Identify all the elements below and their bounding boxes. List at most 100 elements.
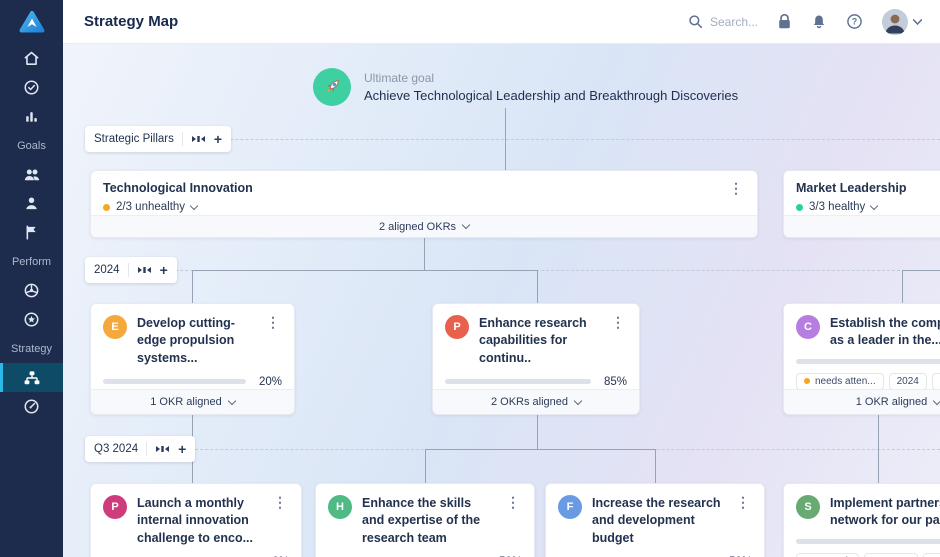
pillar-health-toggle[interactable]: 3/3 healthy xyxy=(796,201,940,213)
sidebar-group-strategy: Strategy xyxy=(0,334,63,363)
collapse-row-button[interactable] xyxy=(137,265,152,275)
chevron-down-icon xyxy=(228,396,236,404)
sidebar-item-kpis[interactable] xyxy=(0,392,63,421)
search-icon xyxy=(688,14,703,29)
okr-title: Develop cutting-edge propulsion systems.… xyxy=(137,315,254,367)
connector xyxy=(902,270,940,271)
sidebar-item-insights[interactable] xyxy=(0,102,63,131)
aligned-okrs-toggle[interactable]: 2 aligned OKRs xyxy=(91,215,757,237)
connector xyxy=(505,108,506,170)
connector xyxy=(902,270,903,303)
home-icon xyxy=(23,50,40,67)
kebab-menu-button[interactable]: ⋮ xyxy=(734,495,752,547)
okr-card[interactable]: H Enhance the skills and expertise of th… xyxy=(315,483,535,557)
okr-aligned-toggle[interactable]: 1 OKR aligned xyxy=(784,389,940,414)
connector xyxy=(425,449,655,450)
ultimate-goal-node[interactable]: Ultimate goal Achieve Technological Lead… xyxy=(313,68,738,106)
sidebar-item-home[interactable] xyxy=(0,44,63,73)
progress-row xyxy=(784,530,940,544)
pillar-card-market-leadership[interactable]: Market Leadership 3/3 healthy ⋮ xyxy=(783,170,940,238)
kebab-menu-button[interactable]: ⋮ xyxy=(504,495,522,547)
okr-avatar: P xyxy=(103,495,127,519)
okr-avatar: F xyxy=(558,495,582,519)
sidebar-item-check-ins[interactable] xyxy=(0,73,63,102)
add-row-item-button[interactable]: + xyxy=(160,263,168,277)
pillar-health-toggle[interactable]: 2/3 unhealthy xyxy=(103,201,727,213)
okr-title: Enhance the skills and expertise of the … xyxy=(362,495,494,547)
aligned-okrs-label: 2 aligned OKRs xyxy=(379,221,456,233)
kebab-menu-button[interactable]: ⋮ xyxy=(264,315,282,367)
notifications-button[interactable] xyxy=(811,13,827,30)
health-dot xyxy=(103,204,110,211)
strategy-map-canvas: Ultimate goal Achieve Technological Lead… xyxy=(63,44,940,557)
okr-card[interactable]: F Increase the research and development … xyxy=(545,483,765,557)
help-button[interactable]: ? xyxy=(846,13,863,30)
sidebar-group-goals: Goals xyxy=(0,131,63,160)
wheel-icon xyxy=(23,282,40,299)
sidebar-item-people[interactable] xyxy=(0,189,63,218)
okr-title: Increase the research and development bu… xyxy=(592,495,724,547)
collapse-icon xyxy=(155,444,170,454)
connector xyxy=(192,270,193,303)
kebab-menu-button[interactable]: ⋮ xyxy=(727,181,745,213)
search-input[interactable]: Search... xyxy=(688,14,758,29)
owner-tag: Devon Webb xyxy=(932,373,940,390)
add-row-item-button[interactable]: + xyxy=(214,132,222,146)
okr-aligned-toggle[interactable]: 1 OKR aligned xyxy=(91,389,294,414)
row-chip-strategic-pillars: Strategic Pillars + xyxy=(85,126,231,152)
divider xyxy=(146,442,147,456)
help-icon: ? xyxy=(846,13,863,30)
okr-avatar: P xyxy=(445,315,469,339)
app-logo[interactable] xyxy=(0,0,63,44)
connector xyxy=(537,415,538,449)
sidebar-item-hub[interactable] xyxy=(0,276,63,305)
pillar-title: Technological Innovation xyxy=(103,181,727,195)
connector xyxy=(425,449,426,483)
kebab-menu-button[interactable]: ⋮ xyxy=(609,315,627,367)
collapse-icon xyxy=(191,134,206,144)
progress-row: 20% xyxy=(91,367,294,388)
sidebar-item-milestones[interactable] xyxy=(0,218,63,247)
rocket-icon xyxy=(313,68,351,106)
progress-value: 85% xyxy=(601,376,627,388)
progress-track xyxy=(796,539,940,544)
divider xyxy=(128,263,129,277)
chevron-down-icon xyxy=(190,201,198,209)
health-dot xyxy=(796,204,803,211)
add-row-item-button[interactable]: + xyxy=(178,442,186,456)
okr-card[interactable]: E Develop cutting-edge propulsion system… xyxy=(90,303,295,415)
okr-avatar: E xyxy=(103,315,127,339)
okr-card[interactable]: C Establish the company as a leader in t… xyxy=(783,303,940,415)
okr-card[interactable]: S Implement partnership network for our … xyxy=(783,483,940,557)
status-tag: needs atten... xyxy=(796,373,884,390)
connector xyxy=(655,449,656,483)
collapse-icon xyxy=(137,265,152,275)
sidebar-item-badges[interactable] xyxy=(0,305,63,334)
logo-triangle-icon xyxy=(18,8,46,36)
progress-track xyxy=(103,379,246,384)
okr-card[interactable]: P Launch a monthly internal innovation c… xyxy=(90,483,302,557)
pillar-card-technological-innovation[interactable]: Technological Innovation 2/3 unhealthy ⋮… xyxy=(90,170,758,238)
connector xyxy=(878,415,879,483)
ultimate-goal-label: Ultimate goal xyxy=(364,71,738,85)
collapse-row-button[interactable] xyxy=(191,134,206,144)
aligned-okrs-toggle[interactable] xyxy=(784,215,940,237)
row-chip-2024: 2024 + xyxy=(85,257,177,283)
okr-aligned-toggle[interactable]: 2 OKRs aligned xyxy=(433,389,639,414)
period-tag: Q3 2023 xyxy=(864,553,918,557)
sidebar-item-teams[interactable] xyxy=(0,160,63,189)
sidebar-item-strategy-map[interactable] xyxy=(0,363,63,392)
bell-icon xyxy=(811,13,827,30)
progress-row: 85% xyxy=(433,367,639,388)
user-menu[interactable] xyxy=(882,9,922,35)
okr-card[interactable]: P Enhance research capabilities for cont… xyxy=(432,303,640,415)
okr-aligned-label: 1 OKR aligned xyxy=(150,396,222,408)
collapse-row-button[interactable] xyxy=(155,444,170,454)
app-window: Goals Perform Strategy xyxy=(0,0,940,557)
privacy-button[interactable] xyxy=(777,13,792,30)
kebab-menu-button[interactable]: ⋮ xyxy=(271,495,289,547)
okr-title: Launch a monthly internal innovation cha… xyxy=(137,495,261,547)
user-icon xyxy=(23,195,40,212)
org-chart-icon xyxy=(23,369,41,387)
check-circle-icon xyxy=(23,79,40,96)
